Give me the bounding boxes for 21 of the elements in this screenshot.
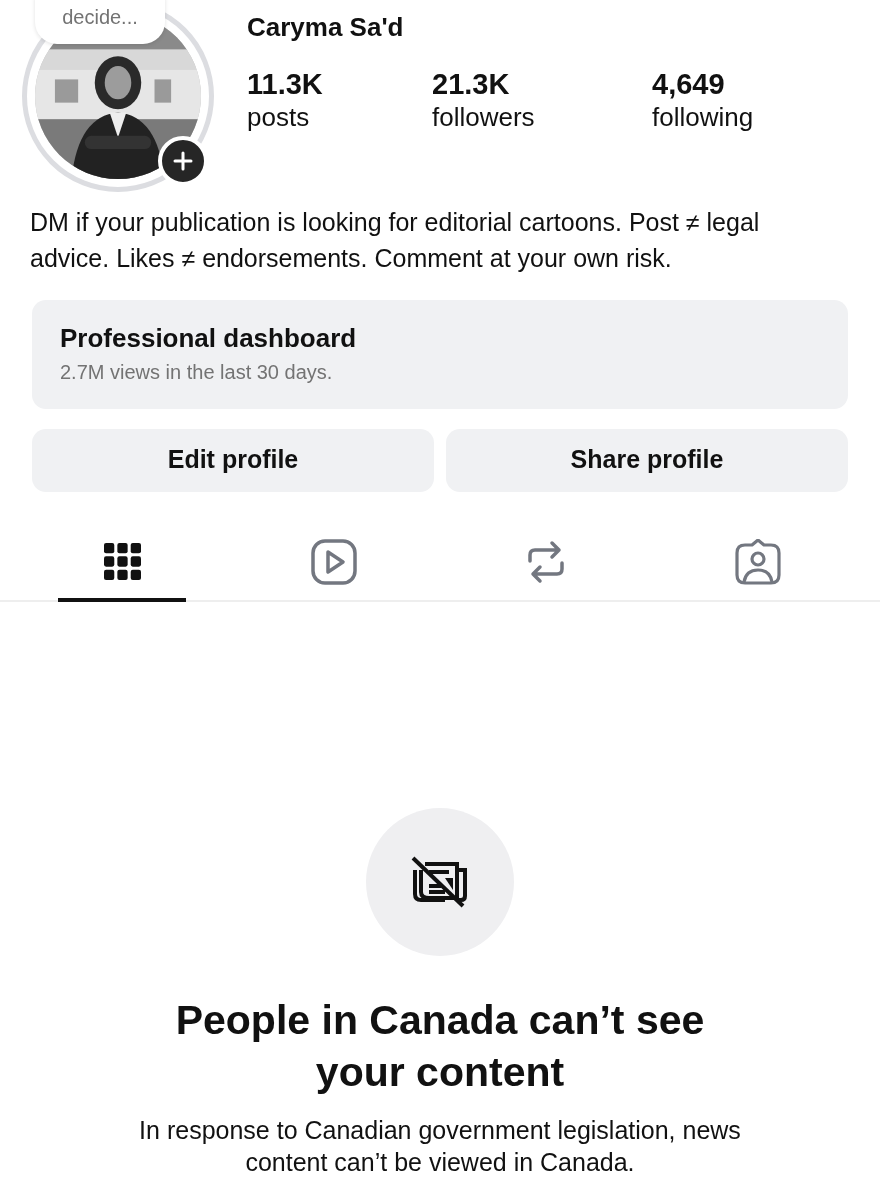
dashboard-subtitle: 2.7M views in the last 30 days. — [60, 359, 334, 385]
stat-value: 11.3K — [247, 67, 324, 102]
stat-label: followers — [432, 101, 536, 133]
profile-button[interactable]: Share profile — [446, 428, 848, 492]
person-tag-icon — [735, 538, 781, 585]
stat-value: 21.3K — [432, 67, 511, 102]
plus-icon — [173, 151, 193, 171]
note-text: decide... — [62, 5, 138, 30]
play-icon — [311, 538, 357, 585]
bio-text: DM if your publication is looking for editorial cartoons. Post ≠ legal advice. Likes ≠ endorsements. Comment at your own risk. — [29, 207, 761, 274]
empty-title: People in Canada can’t see your content — [174, 995, 706, 1097]
dashboard-card[interactable]: Professional dashboard 2.7M views in the last 30 days. — [32, 300, 848, 409]
repost-icon — [526, 538, 566, 585]
stat-label: following — [652, 101, 754, 133]
stat-value: 4,649 — [652, 67, 726, 102]
grid-icon — [103, 543, 141, 581]
dashboard-title: Professional dashboard — [60, 324, 358, 353]
profile-button[interactable]: Edit profile — [32, 428, 434, 492]
stat-label: posts — [247, 101, 311, 133]
empty-message: In response to Canadian government legislation, news content can’t be viewed in Canada. — [138, 1114, 742, 1178]
profile-name: Caryma Sa'd — [247, 11, 405, 44]
